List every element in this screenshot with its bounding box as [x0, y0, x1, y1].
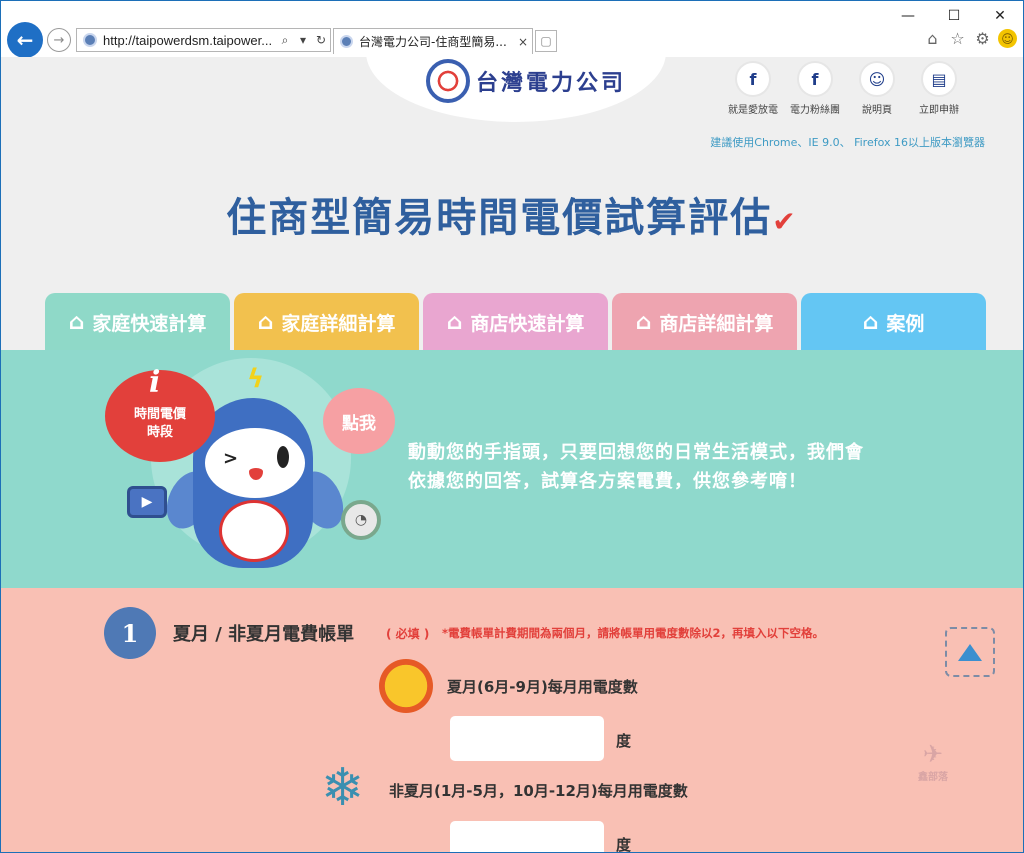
non-summer-usage-label: 非夏月(1月-5月，10月-12月)每月用電度數 [389, 782, 688, 800]
bubble-line: 時間電價 [133, 407, 186, 422]
feedback-smiley-icon[interactable]: ☺ [998, 29, 1017, 48]
logo-text: 台灣電力公司 [476, 70, 627, 96]
social-label: 電力粉絲團 [790, 105, 840, 116]
search-icon[interactable]: ⌕ [276, 33, 294, 48]
browser-tab[interactable]: 台灣電力公司-住商型簡易... × [333, 28, 533, 54]
unit-label: 度 [616, 836, 632, 853]
browser-recommendation: 建議使用Chrome、IE 9.0、 Firefox 16以上版本瀏覽器 [710, 136, 985, 149]
tab-title: 台灣電力公司-住商型簡易... [359, 35, 507, 49]
social-link-fanpage[interactable]: f 電力粉絲團 [787, 61, 843, 116]
social-label: 立即申辦 [919, 105, 959, 116]
tab-label: 家庭詳細計算 [281, 312, 396, 335]
tab-favicon-icon [340, 35, 353, 48]
info-icon: i [149, 365, 161, 400]
social-label: 說明頁 [862, 105, 892, 116]
settings-gear-icon[interactable]: ⚙ [973, 29, 992, 48]
house-icon: ⌂ [68, 309, 85, 335]
unit-label: 度 [616, 732, 632, 750]
tab-label: 家庭快速計算 [92, 312, 207, 335]
watermark-text: 鑫部落 [918, 772, 948, 783]
new-tab-button[interactable]: ▢ [535, 30, 557, 52]
owl-face [205, 428, 305, 498]
house-icon: ⌂ [862, 309, 879, 335]
owl-belly-emblem [219, 500, 289, 562]
scroll-to-top-button[interactable] [945, 627, 995, 677]
house-icon: ⌂ [257, 309, 274, 335]
tab-label: 商店快速計算 [470, 312, 585, 335]
step-title: 夏月 / 非夏月電費帳單 [173, 624, 355, 645]
social-link-help[interactable]: ☺ 說明頁 [849, 61, 905, 116]
page-title: 住商型簡易時間電價試算評估✔ [1, 185, 1023, 243]
forward-button[interactable]: → [47, 28, 71, 52]
watermark: ✈ 鑫部落 [907, 740, 959, 783]
tab-shop-quick[interactable]: ⌂ 商店快速計算 [423, 293, 608, 351]
tab-shop-detail[interactable]: ⌂ 商店詳細計算 [612, 293, 797, 351]
back-arrow-icon: ← [16, 28, 34, 52]
calculator-tabs: ⌂ 家庭快速計算 ⌂ 家庭詳細計算 ⌂ 商店快速計算 ⌂ 商店詳細計算 ⌂ 案例 [45, 293, 986, 351]
facebook-icon: f [735, 61, 771, 97]
web-page: 台灣電力公司 f 就是愛放電 f 電力粉絲團 ☺ 說明頁 ▤ 立即申辦 建議使用… [1, 57, 1023, 853]
home-icon[interactable]: ⌂ [923, 29, 942, 48]
document-icon: ▤ [921, 61, 957, 97]
paper-plane-icon: ✈ [922, 740, 944, 768]
tab-home-detail[interactable]: ⌂ 家庭詳細計算 [234, 293, 419, 351]
site-favicon-icon [83, 33, 97, 47]
facebook-icon: f [797, 61, 833, 97]
window-controls: — ☐ ✕ [885, 1, 1023, 31]
social-link-apply[interactable]: ▤ 立即申辦 [911, 61, 967, 116]
social-link-fun[interactable]: f 就是愛放電 [725, 61, 781, 116]
sun-icon [379, 659, 433, 713]
browser-chrome: — ☐ ✕ ← → http://taipowerdsm.taipower...… [1, 1, 1023, 58]
summer-usage-label: 夏月(6月-9月)每月用電度數 [447, 678, 638, 696]
close-window-button[interactable]: ✕ [977, 1, 1023, 31]
browser-window: — ☐ ✕ ← → http://taipowerdsm.taipower...… [0, 0, 1024, 853]
non-summer-usage-input[interactable] [450, 821, 604, 852]
lightning-icon: ϟ [247, 364, 265, 394]
tab-close-icon[interactable]: × [514, 35, 532, 49]
social-links: f 就是愛放電 f 電力粉絲團 ☺ 說明頁 ▤ 立即申辦 [725, 61, 967, 116]
required-label: ( 必填 ) [386, 627, 430, 641]
tv-icon: ▶ [127, 486, 167, 518]
back-button[interactable]: ← [7, 22, 43, 58]
shop-icon: ⌂ [446, 309, 463, 335]
snowflake-icon: ❄ [321, 758, 365, 818]
checkmark-icon: ✔ [772, 205, 798, 238]
favorites-star-icon[interactable]: ☆ [948, 29, 967, 48]
minimize-button[interactable]: — [885, 1, 931, 31]
taipower-emblem-icon [426, 59, 470, 103]
refresh-icon[interactable]: ↻ [312, 33, 330, 47]
step-number-badge: 1 [104, 607, 156, 659]
tab-home-quick[interactable]: ⌂ 家庭快速計算 [45, 293, 230, 351]
summer-usage-input[interactable] [450, 716, 604, 761]
forward-arrow-icon: → [53, 32, 65, 48]
bill-note: *電費帳單計費期間為兩個月，請將帳單用電度數除以2，再填入以下空格。 [442, 626, 825, 640]
time-of-use-info-bubble[interactable]: i 時間電價 時段 [105, 365, 215, 462]
dropdown-icon[interactable]: ▾ [294, 33, 312, 47]
hero-text-line: 動動您的手指頭，只要回想您的日常生活模式，我們會 [408, 442, 864, 463]
new-tab-icon: ▢ [540, 34, 552, 48]
hero-description: 動動您的手指頭，只要回想您的日常生活模式，我們會 依據您的回答，試算各方案電費，… [408, 438, 864, 496]
bubble-line: 時段 [146, 425, 173, 440]
page-title-text: 住商型簡易時間電價試算評估 [226, 195, 773, 241]
owl-eye [277, 446, 289, 468]
shop-icon: ⌂ [635, 309, 652, 335]
tab-cases[interactable]: ⌂ 案例 [801, 293, 986, 351]
tab-label: 商店詳細計算 [659, 312, 774, 335]
taipower-logo[interactable]: 台灣電力公司 [426, 59, 626, 103]
hero-text-line: 依據您的回答，試算各方案電費，供您參考唷！ [408, 471, 807, 492]
maximize-button[interactable]: ☐ [931, 1, 977, 31]
social-label: 就是愛放電 [728, 105, 778, 116]
tab-label: 案例 [886, 312, 925, 335]
address-bar[interactable]: http://taipowerdsm.taipower... ⌕ ▾ ↻ [76, 28, 331, 52]
hero-banner: > ϟ ▶ ◔ i 時間電價 時段 點我 動動您的手指頭，只要回想您的日常生活模… [1, 350, 1023, 588]
bill-form: 1 夏月 / 非夏月電費帳單 ( 必填 ) *電費帳單計費期間為兩個月，請將帳單… [1, 588, 1023, 853]
up-arrow-icon [958, 643, 982, 661]
owl-wink-eye: > [223, 448, 239, 469]
click-me-bubble[interactable]: 點我 [323, 388, 395, 454]
owl-mascot-icon: ☺ [859, 61, 895, 97]
address-url[interactable]: http://taipowerdsm.taipower... [103, 33, 276, 48]
clock-icon: ◔ [341, 500, 381, 540]
browser-tools: ⌂ ☆ ⚙ ☺ [923, 29, 1017, 48]
